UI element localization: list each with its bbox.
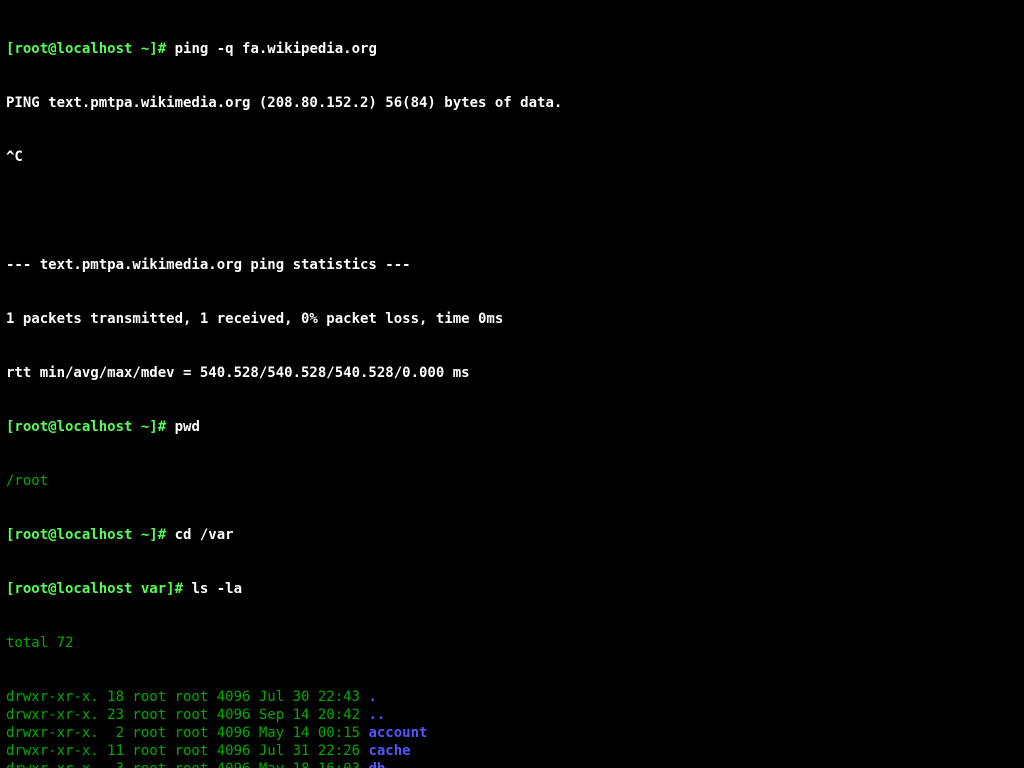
ping-output: ^C (6, 148, 1018, 166)
prompt-line: [root@localhost var]# ls -la (6, 580, 1018, 598)
ls-row: drwxr-xr-x. 23 root root 4096 Sep 14 20:… (6, 706, 1018, 724)
ls-row: drwxr-xr-x. 2 root root 4096 May 14 00:1… (6, 724, 1018, 742)
ping-output: --- text.pmtpa.wikimedia.org ping statis… (6, 256, 1018, 274)
ls-row: drwxr-xr-x. 18 root root 4096 Jul 30 22:… (6, 688, 1018, 706)
prompt-line: [root@localhost ~]# pwd (6, 418, 1018, 436)
ls-total: total 72 (6, 634, 1018, 652)
pwd-output: /root (6, 472, 1018, 490)
prompt-line: [root@localhost ~]# ping -q fa.wikipedia… (6, 40, 1018, 58)
ping-output: rtt min/avg/max/mdev = 540.528/540.528/5… (6, 364, 1018, 382)
ping-output: 1 packets transmitted, 1 received, 0% pa… (6, 310, 1018, 328)
ping-output (6, 202, 1018, 220)
ping-output: PING text.pmtpa.wikimedia.org (208.80.15… (6, 94, 1018, 112)
terminal[interactable]: [root@localhost ~]# ping -q fa.wikipedia… (0, 0, 1024, 768)
ls-row: drwxr-xr-x. 11 root root 4096 Jul 31 22:… (6, 742, 1018, 760)
prompt-line: [root@localhost ~]# cd /var (6, 526, 1018, 544)
ls-listing: drwxr-xr-x. 18 root root 4096 Jul 30 22:… (6, 688, 1018, 768)
ls-row: drwxr-xr-x. 3 root root 4096 May 18 16:0… (6, 760, 1018, 768)
